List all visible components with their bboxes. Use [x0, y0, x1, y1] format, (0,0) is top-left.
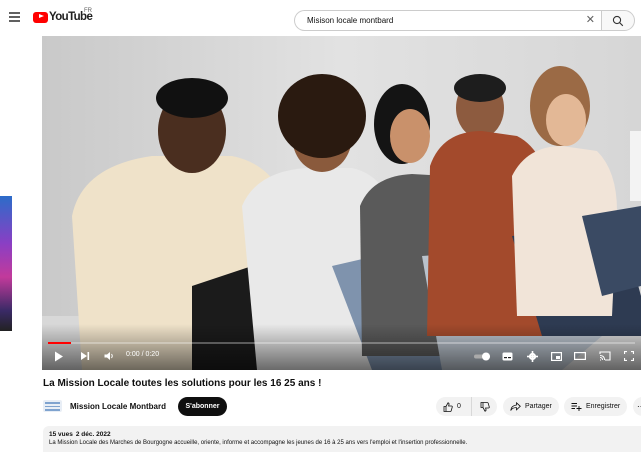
masthead: YouTube FR ✕ — [0, 0, 641, 38]
play-button[interactable] — [52, 348, 66, 364]
next-icon — [81, 352, 90, 360]
progress-fill — [48, 342, 72, 344]
video-frame — [42, 36, 641, 370]
side-video-thumbnail[interactable] — [0, 196, 12, 331]
subtitles-icon — [502, 352, 512, 360]
save-button[interactable]: Enregistrer — [564, 397, 627, 416]
next-button[interactable] — [78, 348, 92, 364]
like-dislike-group: 0 — [436, 397, 497, 416]
search-input[interactable] — [307, 16, 577, 25]
share-button[interactable]: Partager — [503, 397, 559, 416]
video-player[interactable]: 0:00 / 0:20 — [42, 36, 641, 370]
fullscreen-button[interactable] — [622, 348, 636, 364]
add-to-playlist-icon — [571, 403, 582, 411]
miniplayer-button[interactable] — [549, 348, 563, 364]
play-icon — [55, 351, 63, 361]
more-actions-button[interactable]: ⋯ — [633, 397, 641, 416]
search-box: ✕ — [294, 10, 601, 31]
cast-icon — [599, 351, 611, 361]
dislike-button[interactable] — [472, 397, 497, 416]
gear-icon — [526, 350, 538, 362]
share-label: Partager — [525, 403, 552, 410]
player-controls: 0:00 / 0:20 — [42, 348, 641, 364]
subtitles-button[interactable] — [500, 348, 514, 364]
channel-avatar[interactable] — [43, 400, 62, 412]
view-count: 15 vues — [49, 431, 73, 438]
cast-button[interactable] — [598, 348, 612, 364]
share-icon — [510, 402, 521, 411]
miniplayer-icon — [550, 351, 562, 361]
settings-button[interactable] — [525, 348, 539, 364]
description-meta: 15 vues 2 déc. 2022 — [49, 431, 635, 438]
thumbs-down-icon — [480, 401, 490, 412]
volume-icon — [104, 352, 113, 360]
description-text: La Mission Locale des Marches de Bourgog… — [49, 440, 468, 446]
theater-mode-icon — [574, 352, 586, 360]
youtube-play-icon — [33, 11, 48, 23]
logo-region: FR — [84, 8, 92, 14]
search-icon — [612, 15, 624, 27]
volume-button[interactable] — [102, 348, 116, 364]
fullscreen-icon — [624, 351, 634, 361]
hamburger-menu-icon[interactable] — [9, 12, 20, 22]
autoplay-toggle[interactable] — [472, 348, 494, 364]
more-icon: ⋯ — [637, 402, 641, 411]
channel-name[interactable]: Mission Locale Montbard — [70, 402, 166, 411]
description-box[interactable]: 15 vues 2 déc. 2022 La Mission Locale des… — [43, 426, 641, 452]
save-label: Enregistrer — [586, 403, 621, 410]
search-button[interactable] — [601, 10, 635, 31]
time-display: 0:00 / 0:20 — [126, 351, 160, 358]
thumbs-up-icon — [443, 401, 453, 412]
autoplay-toggle-icon — [474, 352, 490, 360]
subscribe-button[interactable]: S'abonner — [178, 397, 227, 416]
video-title: La Mission Locale toutes les solutions p… — [43, 378, 322, 389]
upload-date: 2 déc. 2022 — [75, 431, 111, 438]
like-count: 0 — [457, 403, 461, 410]
youtube-logo[interactable]: YouTube FR — [33, 8, 93, 23]
like-button[interactable]: 0 — [436, 397, 472, 416]
theater-mode-button[interactable] — [573, 348, 587, 364]
progress-bar[interactable] — [48, 342, 635, 344]
clear-search-icon[interactable]: ✕ — [586, 15, 595, 26]
